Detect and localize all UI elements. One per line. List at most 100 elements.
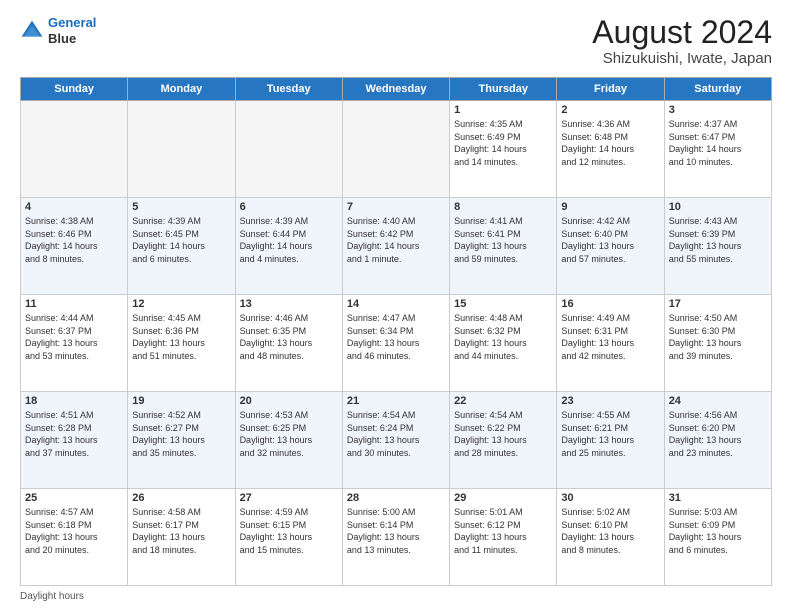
logo-line2: Blue xyxy=(48,31,96,47)
logo-text: General Blue xyxy=(48,15,96,46)
calendar-day-cell: 19Sunrise: 4:52 AM Sunset: 6:27 PM Dayli… xyxy=(128,392,235,489)
day-info: Sunrise: 4:35 AM Sunset: 6:49 PM Dayligh… xyxy=(454,118,552,168)
footer: Daylight hours xyxy=(20,591,772,602)
calendar-week-row: 1 Sunrise: 4:35 AM Sunset: 6:49 PM Daylig… xyxy=(21,101,772,198)
subtitle: Shizukuishi, Iwate, Japan xyxy=(592,50,772,67)
day-info: Sunrise: 4:54 AM Sunset: 6:24 PM Dayligh… xyxy=(347,409,445,459)
day-number: 1 xyxy=(454,104,552,116)
day-number: 23 xyxy=(561,395,659,407)
day-number: 11 xyxy=(25,298,123,310)
calendar-day-cell xyxy=(342,101,449,198)
day-number: 21 xyxy=(347,395,445,407)
day-info: Sunrise: 4:40 AM Sunset: 6:42 PM Dayligh… xyxy=(347,215,445,265)
title-block: August 2024 Shizukuishi, Iwate, Japan xyxy=(592,15,772,67)
day-info: Sunrise: 4:59 AM Sunset: 6:15 PM Dayligh… xyxy=(240,506,338,556)
calendar-day-cell: 5Sunrise: 4:39 AM Sunset: 6:45 PM Daylig… xyxy=(128,198,235,295)
header: General Blue August 2024 Shizukuishi, Iw… xyxy=(20,15,772,67)
day-info: Sunrise: 4:49 AM Sunset: 6:31 PM Dayligh… xyxy=(561,312,659,362)
day-number: 20 xyxy=(240,395,338,407)
day-info: Sunrise: 4:52 AM Sunset: 6:27 PM Dayligh… xyxy=(132,409,230,459)
logo: General Blue xyxy=(20,15,96,46)
day-number: 28 xyxy=(347,492,445,504)
day-info: Sunrise: 5:01 AM Sunset: 6:12 PM Dayligh… xyxy=(454,506,552,556)
calendar-day-header: Tuesday xyxy=(235,78,342,101)
day-info: Sunrise: 4:39 AM Sunset: 6:44 PM Dayligh… xyxy=(240,215,338,265)
calendar-day-cell: 15 Sunrise: 4:48 AM Sunset: 6:32 PM Dayli… xyxy=(450,295,557,392)
calendar-day-cell: 21 Sunrise: 4:54 AM Sunset: 6:24 PM Dayli… xyxy=(342,392,449,489)
calendar-day-cell: 14Sunrise: 4:47 AM Sunset: 6:34 PM Dayli… xyxy=(342,295,449,392)
day-number: 3 xyxy=(669,104,767,116)
calendar-day-cell: 7 Sunrise: 4:40 AM Sunset: 6:42 PM Daylig… xyxy=(342,198,449,295)
calendar-day-header: Friday xyxy=(557,78,664,101)
day-number: 16 xyxy=(561,298,659,310)
calendar-day-header: Monday xyxy=(128,78,235,101)
day-number: 25 xyxy=(25,492,123,504)
day-info: Sunrise: 4:50 AM Sunset: 6:30 PM Dayligh… xyxy=(669,312,767,362)
main-title: August 2024 xyxy=(592,15,772,50)
day-number: 29 xyxy=(454,492,552,504)
calendar-day-cell: 12 Sunrise: 4:45 AM Sunset: 6:36 PM Dayli… xyxy=(128,295,235,392)
day-info: Sunrise: 5:00 AM Sunset: 6:14 PM Dayligh… xyxy=(347,506,445,556)
calendar-day-cell xyxy=(21,101,128,198)
day-info: Sunrise: 4:41 AM Sunset: 6:41 PM Dayligh… xyxy=(454,215,552,265)
day-info: Sunrise: 4:45 AM Sunset: 6:36 PM Dayligh… xyxy=(132,312,230,362)
day-info: Sunrise: 4:56 AM Sunset: 6:20 PM Dayligh… xyxy=(669,409,767,459)
calendar-day-cell: 24 Sunrise: 4:56 AM Sunset: 6:20 PM Dayli… xyxy=(664,392,771,489)
day-info: Sunrise: 4:51 AM Sunset: 6:28 PM Dayligh… xyxy=(25,409,123,459)
day-number: 7 xyxy=(347,201,445,213)
day-info: Sunrise: 4:47 AM Sunset: 6:34 PM Dayligh… xyxy=(347,312,445,362)
calendar-day-cell: 9Sunrise: 4:42 AM Sunset: 6:40 PM Daylig… xyxy=(557,198,664,295)
page: General Blue August 2024 Shizukuishi, Iw… xyxy=(0,0,792,612)
calendar-day-cell: 13Sunrise: 4:46 AM Sunset: 6:35 PM Dayli… xyxy=(235,295,342,392)
calendar-header-row: SundayMondayTuesdayWednesdayThursdayFrid… xyxy=(21,78,772,101)
calendar-table: SundayMondayTuesdayWednesdayThursdayFrid… xyxy=(20,77,772,586)
logo-line1: General xyxy=(48,15,96,30)
calendar-day-cell xyxy=(128,101,235,198)
day-number: 4 xyxy=(25,201,123,213)
calendar-day-cell: 28 Sunrise: 5:00 AM Sunset: 6:14 PM Dayli… xyxy=(342,489,449,586)
calendar-day-cell: 8Sunrise: 4:41 AM Sunset: 6:41 PM Daylig… xyxy=(450,198,557,295)
day-number: 15 xyxy=(454,298,552,310)
calendar-day-header: Sunday xyxy=(21,78,128,101)
day-info: Sunrise: 4:36 AM Sunset: 6:48 PM Dayligh… xyxy=(561,118,659,168)
calendar-day-cell: 11Sunrise: 4:44 AM Sunset: 6:37 PM Dayli… xyxy=(21,295,128,392)
day-number: 22 xyxy=(454,395,552,407)
calendar-day-header: Saturday xyxy=(664,78,771,101)
calendar-day-cell: 26Sunrise: 4:58 AM Sunset: 6:17 PM Dayli… xyxy=(128,489,235,586)
calendar-week-row: 18 Sunrise: 4:51 AM Sunset: 6:28 PM Dayli… xyxy=(21,392,772,489)
calendar-day-cell: 29 Sunrise: 5:01 AM Sunset: 6:12 PM Dayli… xyxy=(450,489,557,586)
day-number: 17 xyxy=(669,298,767,310)
day-info: Sunrise: 5:03 AM Sunset: 6:09 PM Dayligh… xyxy=(669,506,767,556)
day-number: 31 xyxy=(669,492,767,504)
calendar-day-cell: 18 Sunrise: 4:51 AM Sunset: 6:28 PM Dayli… xyxy=(21,392,128,489)
calendar-week-row: 11Sunrise: 4:44 AM Sunset: 6:37 PM Dayli… xyxy=(21,295,772,392)
calendar-day-header: Thursday xyxy=(450,78,557,101)
day-info: Sunrise: 4:42 AM Sunset: 6:40 PM Dayligh… xyxy=(561,215,659,265)
day-number: 24 xyxy=(669,395,767,407)
day-number: 30 xyxy=(561,492,659,504)
day-number: 13 xyxy=(240,298,338,310)
day-info: Sunrise: 4:38 AM Sunset: 6:46 PM Dayligh… xyxy=(25,215,123,265)
day-number: 5 xyxy=(132,201,230,213)
day-info: Sunrise: 4:53 AM Sunset: 6:25 PM Dayligh… xyxy=(240,409,338,459)
calendar-day-cell: 25Sunrise: 4:57 AM Sunset: 6:18 PM Dayli… xyxy=(21,489,128,586)
calendar-day-cell: 30 Sunrise: 5:02 AM Sunset: 6:10 PM Dayli… xyxy=(557,489,664,586)
day-info: Sunrise: 4:43 AM Sunset: 6:39 PM Dayligh… xyxy=(669,215,767,265)
day-info: Sunrise: 4:48 AM Sunset: 6:32 PM Dayligh… xyxy=(454,312,552,362)
day-info: Sunrise: 4:58 AM Sunset: 6:17 PM Dayligh… xyxy=(132,506,230,556)
calendar-week-row: 25Sunrise: 4:57 AM Sunset: 6:18 PM Dayli… xyxy=(21,489,772,586)
footer-text: Daylight hours xyxy=(20,591,84,602)
day-number: 6 xyxy=(240,201,338,213)
calendar-day-cell: 10Sunrise: 4:43 AM Sunset: 6:39 PM Dayli… xyxy=(664,198,771,295)
calendar-day-cell: 23Sunrise: 4:55 AM Sunset: 6:21 PM Dayli… xyxy=(557,392,664,489)
calendar-day-cell: 3Sunrise: 4:37 AM Sunset: 6:47 PM Daylig… xyxy=(664,101,771,198)
calendar-day-cell: 20 Sunrise: 4:53 AM Sunset: 6:25 PM Dayli… xyxy=(235,392,342,489)
day-info: Sunrise: 5:02 AM Sunset: 6:10 PM Dayligh… xyxy=(561,506,659,556)
day-number: 12 xyxy=(132,298,230,310)
calendar-day-cell: 1 Sunrise: 4:35 AM Sunset: 6:49 PM Daylig… xyxy=(450,101,557,198)
calendar-day-cell xyxy=(235,101,342,198)
day-number: 18 xyxy=(25,395,123,407)
day-number: 2 xyxy=(561,104,659,116)
calendar-day-header: Wednesday xyxy=(342,78,449,101)
logo-icon xyxy=(20,19,44,43)
